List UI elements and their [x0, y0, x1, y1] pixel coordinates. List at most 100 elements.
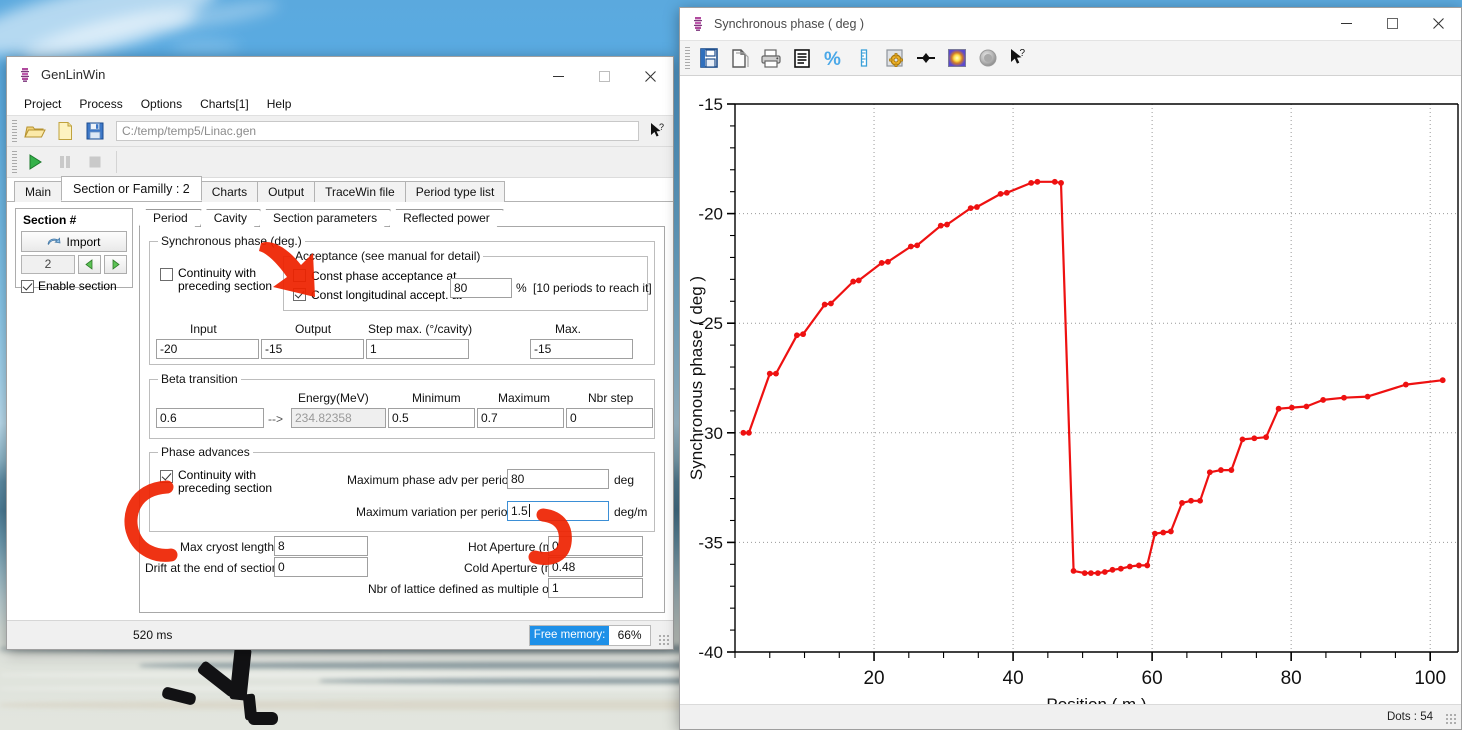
nbr-lattice-label: Nbr of lattice defined as multiple of : [368, 582, 559, 596]
menu-charts[interactable]: Charts[1] [191, 95, 258, 113]
pause-icon[interactable] [50, 149, 80, 175]
copy-icon[interactable] [724, 43, 755, 73]
menu-help[interactable]: Help [258, 95, 301, 113]
tab-section-or-family[interactable]: Section or Familly : 2 [61, 176, 202, 201]
input-field-value[interactable]: -20 [156, 339, 259, 359]
const-longitudinal-acceptance-checkbox[interactable] [293, 288, 306, 301]
chart-close-button[interactable] [1415, 8, 1461, 40]
menu-project[interactable]: Project [15, 95, 70, 113]
enable-section-row[interactable]: Enable section [21, 279, 127, 293]
genlinwin-main-window: GenLinWin Project Process Options Charts… [6, 56, 674, 650]
chart-toolbar: % [680, 40, 1461, 76]
chart-minimize-button[interactable] [1323, 8, 1369, 40]
max-phase-adv-input[interactable]: 80 [507, 469, 609, 489]
const-phase-acceptance-row[interactable]: Const phase acceptance at [293, 269, 456, 283]
phase-advances-group: Phase advances Continuity with preceding… [149, 452, 655, 532]
inner-tab-section-parameters[interactable]: Section parameters [259, 209, 391, 227]
chart-window-title: Synchronous phase ( deg ) [714, 17, 1323, 31]
enable-section-checkbox[interactable] [21, 280, 34, 293]
step-max-field-value[interactable]: 1 [366, 339, 469, 359]
import-button[interactable]: Import [21, 231, 127, 252]
minimize-button[interactable] [535, 59, 581, 95]
main-window-title: GenLinWin [41, 67, 535, 82]
main-menubar: Project Process Options Charts[1] Help [7, 93, 673, 115]
chart-svg[interactable]: -15-20-25-30-35-4020406080100Position ( … [680, 80, 1462, 706]
beta-maximum-input[interactable]: 0.7 [477, 408, 564, 428]
percent-icon[interactable]: % [817, 43, 848, 73]
stop-icon[interactable] [80, 149, 110, 175]
chart-toolbar-grip[interactable] [685, 47, 690, 69]
free-memory-percent: 66% [609, 626, 650, 645]
sync-continuity-checkbox[interactable] [160, 268, 173, 281]
section-parameters-content: Synchronous phase (deg.) Continuity with… [139, 226, 665, 613]
chart-resize-grip[interactable] [1445, 713, 1457, 725]
tab-charts[interactable]: Charts [201, 181, 258, 202]
max-cryost-length-input[interactable]: 8 [274, 536, 368, 556]
svg-text:-15: -15 [698, 95, 723, 114]
tab-output[interactable]: Output [257, 181, 315, 202]
synchronous-phase-group-title: Synchronous phase (deg.) [158, 234, 305, 248]
beta-transition-group: Beta transition Energy(MeV) Minimum Maxi… [149, 379, 655, 439]
save-disk-icon[interactable] [80, 118, 110, 144]
beta-energy-value: 234.82358 [291, 408, 386, 428]
help-pointer-icon[interactable]: ? [1003, 43, 1034, 73]
previous-section-button[interactable] [78, 255, 101, 274]
save-icon[interactable] [693, 43, 724, 73]
svg-text:?: ? [1019, 48, 1025, 59]
beta-minimum-input[interactable]: 0.5 [388, 408, 475, 428]
inner-tab-reflected-power[interactable]: Reflected power [389, 209, 504, 227]
output-field-value[interactable]: -15 [261, 339, 364, 359]
run-icon[interactable] [20, 149, 50, 175]
input-field-label: Input [190, 322, 217, 336]
inner-tab-period[interactable]: Period [139, 209, 202, 227]
chart-maximize-button[interactable] [1369, 8, 1415, 40]
phase-adv-continuity-checkbox[interactable] [160, 470, 173, 483]
menu-process[interactable]: Process [70, 95, 131, 113]
open-folder-icon[interactable] [20, 118, 50, 144]
beta-nbr-step-input[interactable]: 0 [566, 408, 653, 428]
help-pointer-icon[interactable]: ? [643, 118, 673, 144]
main-resize-grip[interactable] [658, 634, 670, 646]
phase-adv-continuity-row[interactable]: Continuity with preceding section [160, 469, 272, 495]
new-document-icon[interactable] [50, 118, 80, 144]
tab-period-type-list[interactable]: Period type list [405, 181, 506, 202]
toolbar-grip[interactable] [12, 120, 17, 142]
nbr-lattice-input[interactable]: 1 [548, 578, 643, 598]
maximum-column-label: Maximum [498, 391, 550, 405]
gray-circle-icon[interactable] [972, 43, 1003, 73]
cold-aperture-input[interactable]: 0.48 [548, 557, 643, 577]
section-number-panel: Section # Import 2 [15, 208, 133, 288]
section-number-value[interactable]: 2 [21, 255, 75, 274]
ruler-icon[interactable] [848, 43, 879, 73]
project-path-input[interactable]: C:/temp/temp5/Linac.gen [116, 121, 639, 141]
max-field-value[interactable]: -15 [530, 339, 633, 359]
close-button[interactable] [627, 59, 673, 95]
menu-options[interactable]: Options [132, 95, 191, 113]
tab-main[interactable]: Main [14, 181, 62, 202]
free-memory-label: Free memory: [530, 626, 609, 645]
print-icon[interactable] [755, 43, 786, 73]
genlinwin-icon [17, 67, 33, 83]
toolbar-grip-2[interactable] [12, 151, 17, 173]
tab-tracewin-file[interactable]: TraceWin file [314, 181, 406, 202]
maximize-button[interactable] [581, 59, 627, 95]
settings-icon[interactable] [879, 43, 910, 73]
max-variation-unit: deg/m [614, 505, 647, 519]
svg-text:60: 60 [1142, 668, 1163, 689]
svg-text:-40: -40 [698, 643, 723, 662]
next-section-button[interactable] [104, 255, 127, 274]
acceptance-value-input[interactable]: 80 [450, 278, 512, 298]
const-longitudinal-acceptance-row[interactable]: Const longitudinal accept. at [293, 288, 462, 302]
beta-start-input[interactable]: 0.6 [156, 408, 264, 428]
sync-continuity-row[interactable]: Continuity with preceding section [160, 267, 272, 293]
max-variation-input[interactable]: 1.5 [507, 501, 609, 521]
drift-end-section-input[interactable]: 0 [274, 557, 368, 577]
dot-line-icon[interactable] [910, 43, 941, 73]
section-panel-title: Section # [23, 213, 127, 227]
list-icon[interactable] [786, 43, 817, 73]
hot-aperture-input[interactable]: 0 [548, 536, 643, 556]
const-phase-acceptance-checkbox[interactable] [293, 269, 306, 282]
inner-tab-cavity[interactable]: Cavity [200, 209, 261, 227]
output-field-label: Output [295, 322, 331, 336]
glow-icon[interactable] [941, 43, 972, 73]
